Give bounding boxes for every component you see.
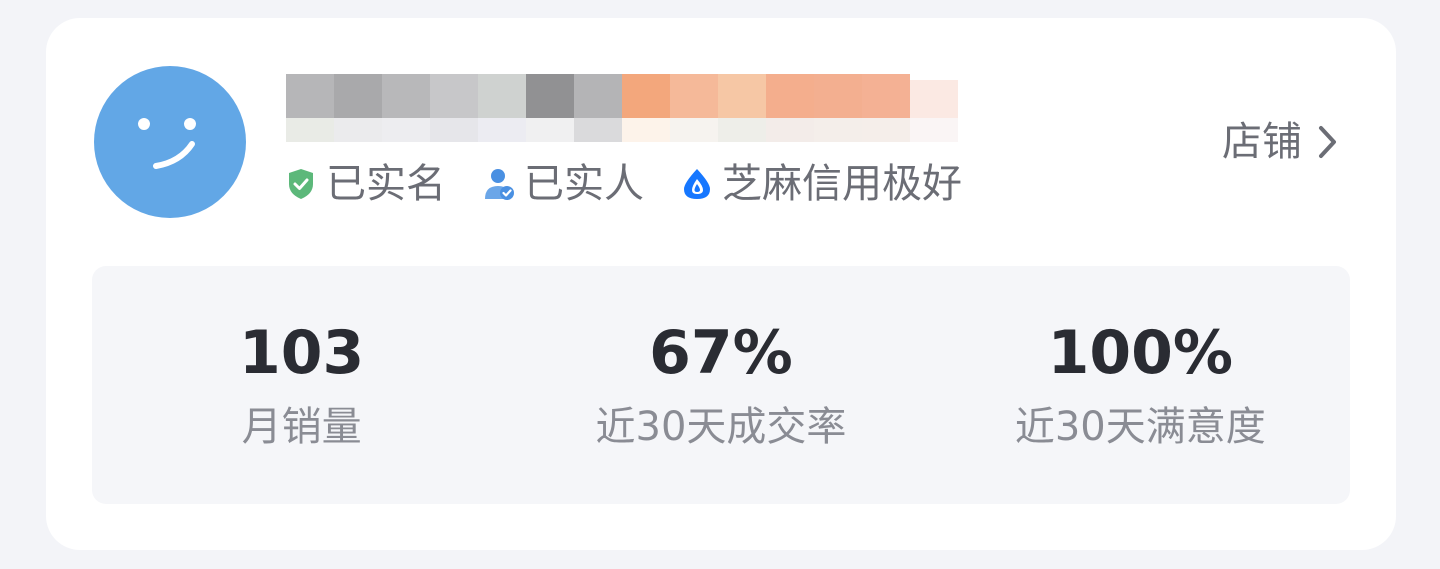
stat-value: 67%: [649, 318, 793, 388]
badge-label: 已实人: [524, 161, 644, 207]
badge-label: 已实名: [326, 161, 446, 207]
stat-transaction-rate: 67% 近30天成交率: [511, 266, 930, 504]
stat-monthly-sales: 103 月销量: [92, 266, 511, 504]
seller-stats-panel: 103 月销量 67% 近30天成交率 100% 近30天满意度: [92, 266, 1350, 504]
chevron-right-icon[interactable]: [1314, 122, 1342, 162]
seller-avatar[interactable]: [94, 66, 246, 218]
verification-badges: 已实名 已实人 芝麻信用极好: [284, 158, 998, 210]
shop-link[interactable]: 店铺: [1222, 114, 1342, 170]
stat-label: 近30天满意度: [1014, 404, 1266, 450]
seller-card: 已实名 已实人 芝麻信用极好 店铺 103 月销量 67% 近30天成交率 10…: [46, 18, 1396, 550]
stat-satisfaction: 100% 近30天满意度: [931, 266, 1350, 504]
badge-label: 芝麻信用极好: [722, 161, 962, 207]
badge-sesame-credit: 芝麻信用极好: [680, 158, 962, 210]
shop-link-label[interactable]: 店铺: [1222, 114, 1302, 170]
stat-value: 103: [239, 318, 365, 388]
person-check-icon: [482, 167, 516, 201]
stat-value: 100%: [1047, 318, 1233, 388]
shield-check-icon: [284, 167, 318, 201]
smiley-face-icon: [138, 118, 196, 169]
sesame-credit-icon: [680, 167, 714, 201]
stat-label: 月销量: [241, 404, 362, 450]
badge-real-person: 已实人: [482, 158, 644, 210]
stat-label: 近30天成交率: [595, 404, 847, 450]
badge-real-name: 已实名: [284, 158, 446, 210]
seller-name-redacted: [262, 74, 962, 146]
